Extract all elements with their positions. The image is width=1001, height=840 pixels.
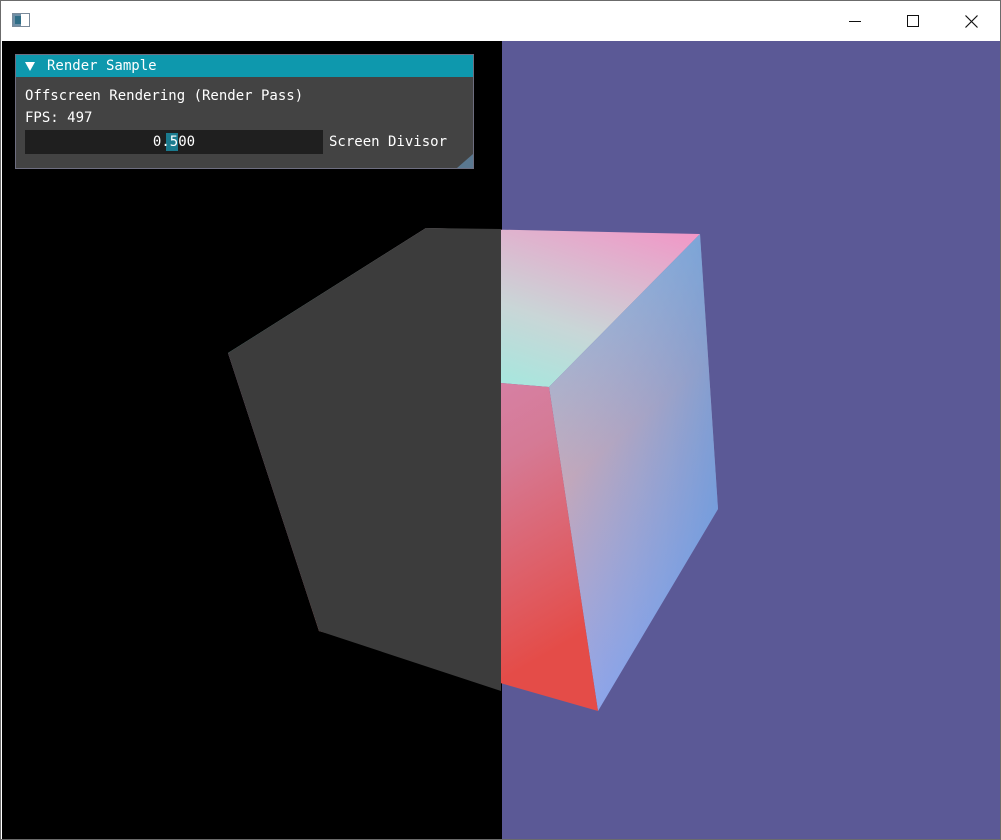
slider-value: 0.500 bbox=[152, 134, 196, 150]
resize-grip-icon[interactable] bbox=[457, 154, 473, 168]
minimize-icon bbox=[849, 21, 861, 22]
triangle-down-icon[interactable] bbox=[24, 60, 36, 72]
maximize-icon bbox=[907, 15, 919, 27]
panel-title-bar[interactable]: Render Sample bbox=[16, 55, 473, 77]
app-window: Render Sample Offscreen Rendering (Rende… bbox=[0, 0, 1001, 840]
panel-title: Render Sample bbox=[47, 58, 157, 74]
fps-text: FPS: 497 bbox=[25, 110, 93, 126]
close-icon bbox=[964, 14, 978, 28]
description-text: Offscreen Rendering (Render Pass) bbox=[25, 88, 304, 104]
title-bar[interactable] bbox=[1, 1, 1000, 41]
minimize-button[interactable] bbox=[826, 1, 884, 41]
render-viewport[interactable]: Render Sample Offscreen Rendering (Rende… bbox=[2, 41, 1000, 839]
close-button[interactable] bbox=[942, 1, 1000, 41]
render-sample-panel[interactable]: Render Sample Offscreen Rendering (Rende… bbox=[15, 54, 474, 169]
screen-divisor-slider[interactable]: 0.500 bbox=[25, 130, 323, 154]
slider-label: Screen Divisor bbox=[329, 134, 448, 150]
app-icon bbox=[12, 13, 30, 27]
maximize-button[interactable] bbox=[884, 1, 942, 41]
